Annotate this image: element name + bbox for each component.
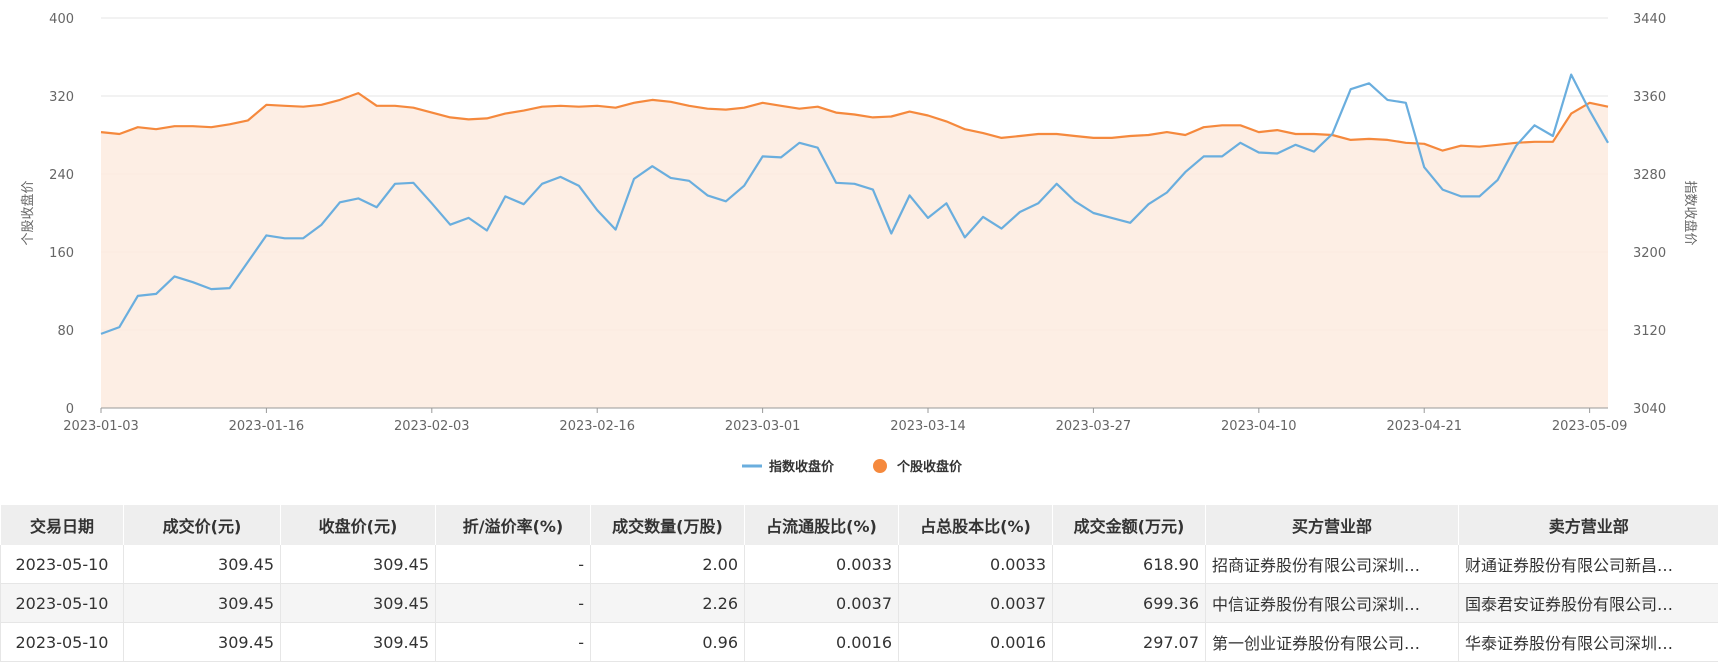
- cell-deal-price: 309.45: [123, 545, 281, 584]
- cell-trade-date: 2023-05-10: [0, 583, 124, 623]
- cell-float-ratio: 0.0037: [744, 583, 899, 623]
- cell-trade-date: 2023-05-10: [0, 545, 124, 584]
- cell-total-ratio: 0.0016: [898, 622, 1053, 662]
- header-total-ratio[interactable]: 占总股本比(%): [898, 505, 1053, 545]
- cell-buyer[interactable]: 中信证券股份有限公司深圳…: [1205, 583, 1459, 623]
- y-right-tick-label: 3200: [1633, 246, 1666, 261]
- cell-buyer[interactable]: 第一创业证券股份有限公司…: [1205, 622, 1459, 662]
- legend-stock-label[interactable]: 个股收盘价: [896, 459, 963, 475]
- chart-container: 0 3040 80 3120 160 3200 240 3280 320 3360 400 3440 个…: [0, 0, 1718, 500]
- table-row: 2023-05-10 309.45 309.45 - 2.26 0.0037 0…: [0, 583, 1718, 623]
- header-close-price[interactable]: 收盘价(元): [280, 505, 436, 545]
- cell-buyer[interactable]: 招商证券股份有限公司深圳…: [1205, 545, 1459, 584]
- cell-close-price: 309.45: [280, 622, 436, 662]
- x-tick-label: 2023-04-21: [1386, 419, 1462, 434]
- x-tick-label: 2023-03-01: [725, 419, 801, 434]
- cell-total-ratio: 0.0037: [898, 583, 1053, 623]
- legend[interactable]: 指数收盘价 个股收盘价: [742, 459, 963, 475]
- cell-premium-rate: -: [435, 545, 591, 584]
- cell-float-ratio: 0.0033: [744, 545, 899, 584]
- cell-premium-rate: -: [435, 583, 591, 623]
- cell-premium-rate: -: [435, 622, 591, 662]
- header-buyer[interactable]: 买方营业部: [1205, 505, 1459, 545]
- header-seller[interactable]: 卖方营业部: [1458, 505, 1718, 545]
- y-left-tick-label: 400: [49, 12, 74, 27]
- y-right-tick-label: 3120: [1633, 324, 1666, 339]
- x-tick-label: 2023-02-03: [394, 419, 470, 434]
- y-left-tick-label: 80: [57, 324, 74, 339]
- block-trade-table: 交易日期 成交价(元) 收盘价(元) 折/溢价率(%) 成交数量(万股) 占流通…: [0, 505, 1718, 662]
- header-trade-date[interactable]: 交易日期: [0, 505, 124, 545]
- y-right-tick-label: 3280: [1633, 168, 1666, 183]
- x-tick-label: 2023-03-14: [890, 419, 966, 434]
- dual-axis-line-chart: 0 3040 80 3120 160 3200 240 3280 320 3360 400 3440 个…: [20, 12, 1698, 475]
- table-row: 2023-05-10 309.45 309.45 - 0.96 0.0016 0…: [0, 622, 1718, 662]
- x-tick-label: 2023-01-03: [63, 419, 139, 434]
- cell-total-ratio: 0.0033: [898, 545, 1053, 584]
- cell-amount: 618.90: [1052, 545, 1206, 584]
- y-left-axis-title: 个股收盘价: [20, 180, 36, 245]
- cell-deal-price: 309.45: [123, 583, 281, 623]
- y-right-tick-label: 3440: [1633, 12, 1666, 27]
- x-tick-label: 2023-05-09: [1552, 419, 1628, 434]
- header-float-ratio[interactable]: 占流通股比(%): [744, 505, 899, 545]
- y-left-tick-label: 320: [49, 90, 74, 105]
- header-premium-rate[interactable]: 折/溢价率(%): [435, 505, 591, 545]
- y-right-axis-title: 指数收盘价: [1682, 180, 1698, 245]
- x-tick-label: 2023-04-10: [1221, 419, 1297, 434]
- table-row: 2023-05-10 309.45 309.45 - 2.00 0.0033 0…: [0, 545, 1718, 584]
- cell-seller[interactable]: 华泰证券股份有限公司深圳…: [1458, 622, 1718, 662]
- cell-volume: 2.00: [590, 545, 745, 584]
- x-tick-label: 2023-02-16: [559, 419, 635, 434]
- y-right-tick-label: 3360: [1633, 90, 1666, 105]
- x-tick-label: 2023-01-16: [229, 419, 305, 434]
- header-volume[interactable]: 成交数量(万股): [590, 505, 745, 545]
- y-left-tick-label: 240: [49, 168, 74, 183]
- header-amount[interactable]: 成交金额(万元): [1052, 505, 1206, 545]
- cell-amount: 699.36: [1052, 583, 1206, 623]
- header-deal-price[interactable]: 成交价(元): [123, 505, 281, 545]
- cell-volume: 2.26: [590, 583, 745, 623]
- y-right-tick-label: 3040: [1633, 402, 1666, 417]
- table-header-row: 交易日期 成交价(元) 收盘价(元) 折/溢价率(%) 成交数量(万股) 占流通…: [0, 505, 1718, 545]
- cell-volume: 0.96: [590, 622, 745, 662]
- cell-seller[interactable]: 财通证券股份有限公司新昌…: [1458, 545, 1718, 584]
- x-tick-label: 2023-03-27: [1056, 419, 1132, 434]
- cell-float-ratio: 0.0016: [744, 622, 899, 662]
- legend-stock-symbol[interactable]: [873, 459, 887, 473]
- cell-amount: 297.07: [1052, 622, 1206, 662]
- y-left-tick-label: 0: [66, 402, 74, 417]
- legend-index-label[interactable]: 指数收盘价: [769, 459, 835, 475]
- cell-seller[interactable]: 国泰君安证券股份有限公司…: [1458, 583, 1718, 623]
- cell-deal-price: 309.45: [123, 622, 281, 662]
- y-left-tick-label: 160: [49, 246, 74, 261]
- cell-close-price: 309.45: [280, 583, 436, 623]
- cell-close-price: 309.45: [280, 545, 436, 584]
- cell-trade-date: 2023-05-10: [0, 622, 124, 662]
